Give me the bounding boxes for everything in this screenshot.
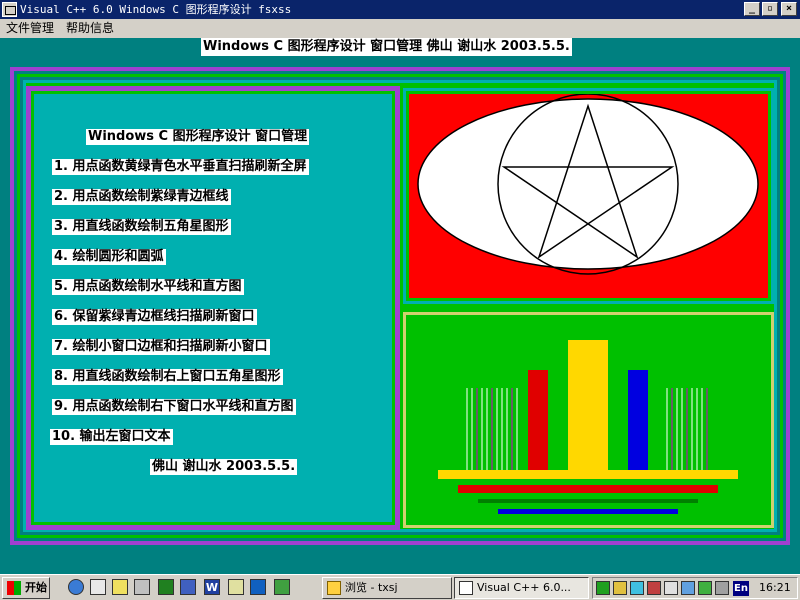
list-item: 1. 用点函数黄绿青色水平垂直扫描刷新全屏	[52, 159, 309, 175]
white-ellipse	[417, 98, 759, 270]
menu-help[interactable]: 帮助信息	[66, 19, 114, 38]
list-item: 4. 绘制圆形和圆弧	[52, 249, 166, 265]
tray-icon-3[interactable]	[630, 581, 644, 595]
blue-line	[498, 509, 678, 514]
red-bar	[528, 370, 548, 470]
left-window-content: Windows C 图形程序设计 窗口管理 1. 用点函数黄绿青色水平垂直扫描刷…	[34, 94, 392, 522]
task-vcpp[interactable]: Visual C++ 6.0...	[454, 577, 589, 599]
tray-icon-6[interactable]	[681, 581, 695, 595]
headline-text: Windows C 图形程序设计 窗口管理 佛山 谢山水 2003.5.5.	[201, 38, 572, 56]
list-item: 7. 绘制小窗口边框和扫描刷新小窗口	[52, 339, 270, 355]
list-item: 5. 用点函数绘制水平线和直方图	[52, 279, 244, 295]
start-button[interactable]: 开始	[2, 577, 50, 599]
task-vcpp-label: Visual C++ 6.0...	[477, 581, 571, 594]
folder-icon	[327, 581, 341, 595]
windows-logo-icon	[7, 581, 21, 595]
tray-icon-7[interactable]	[698, 581, 712, 595]
volume-icon[interactable]	[664, 581, 678, 595]
task-browser-label: 浏览 - txsj	[345, 581, 398, 594]
list-item: 8. 用直线函数绘制右上窗口五角星图形	[52, 369, 283, 385]
tray-icon-4[interactable]	[647, 581, 661, 595]
excel-icon[interactable]	[158, 579, 174, 595]
network-icon[interactable]	[274, 579, 290, 595]
task-browser[interactable]: 浏览 - txsj	[322, 577, 452, 599]
notepad-icon[interactable]	[112, 579, 128, 595]
vcpp-icon	[459, 581, 473, 595]
signature-text: 佛山 谢山水 2003.5.5.	[150, 459, 298, 475]
histogram-drawing	[438, 340, 738, 514]
tray-icon-1[interactable]	[596, 581, 610, 595]
tray-icon-8[interactable]	[715, 581, 729, 595]
yellow-bar	[568, 340, 608, 470]
ie-icon[interactable]	[68, 579, 84, 595]
list-item: 2. 用点函数绘制紫绿青边框线	[52, 189, 231, 205]
clock[interactable]: 16:21	[759, 578, 791, 598]
list-item: 9. 用点函数绘制右下窗口水平线和直方图	[52, 399, 296, 415]
taskbar: 开始 W 浏览 - txsj Visual C++ 6.0... En 16:2…	[0, 574, 800, 600]
list-item: 6. 保留紫绿青边框线扫描刷新窗口	[52, 309, 257, 325]
menu-bar: 文件管理 帮助信息	[0, 19, 800, 38]
close-button[interactable]: ×	[781, 2, 797, 16]
star-drawing	[417, 94, 759, 275]
minimize-button[interactable]: _	[744, 2, 760, 16]
blue-bar	[628, 370, 648, 470]
start-label: 开始	[25, 581, 47, 594]
list-item: 3. 用直线函数绘制五角星图形	[52, 219, 231, 235]
language-indicator[interactable]: En	[733, 581, 749, 596]
maximize-button[interactable]: ▫	[762, 2, 778, 16]
desktop-icon[interactable]	[90, 579, 106, 595]
paint-icon[interactable]	[180, 579, 196, 595]
green-line	[478, 499, 698, 503]
right-top-window	[409, 94, 768, 298]
list-item: 10. 输出左窗口文本	[50, 429, 173, 445]
app-icon[interactable]	[2, 2, 17, 17]
tray-icon-2[interactable]	[613, 581, 627, 595]
red-line	[458, 485, 718, 493]
left-panel-title: Windows C 图形程序设计 窗口管理	[86, 129, 310, 145]
system-tray: En 16:21	[592, 577, 798, 599]
menu-file[interactable]: 文件管理	[6, 19, 54, 38]
computer-icon[interactable]	[134, 579, 150, 595]
help-icon[interactable]	[250, 579, 266, 595]
right-bottom-window	[409, 318, 768, 522]
word-icon[interactable]: W	[204, 579, 220, 595]
yellow-baseline	[438, 470, 738, 479]
window-title: Visual C++ 6.0 Windows C 图形程序设计 fsxss	[20, 3, 292, 16]
search-icon[interactable]	[228, 579, 244, 595]
window-title-bar[interactable]: Visual C++ 6.0 Windows C 图形程序设计 fsxss _ …	[0, 0, 800, 19]
